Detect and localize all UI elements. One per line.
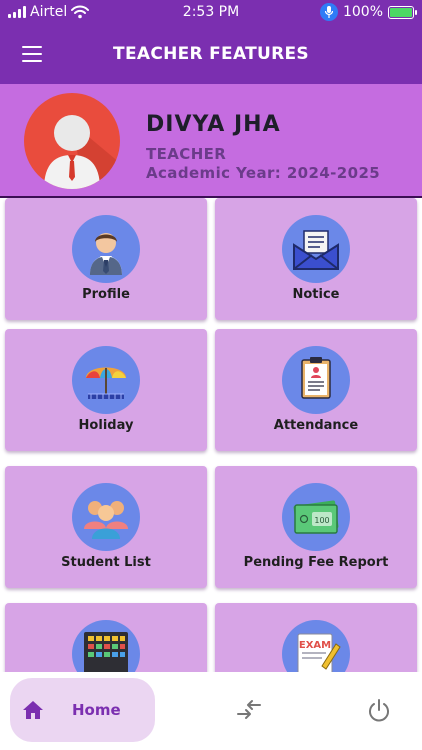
microphone-icon (319, 3, 338, 21)
fee-money-icon: 100 (282, 483, 350, 551)
attendance-clipboard-icon (282, 346, 350, 414)
bottom-nav: Home (0, 672, 422, 750)
feature-card-holiday[interactable]: Holiday (5, 329, 207, 451)
feature-card-timetable[interactable] (5, 603, 207, 672)
student-group-icon (72, 483, 140, 551)
profile-icon (72, 215, 140, 283)
feature-card-notice[interactable]: Notice (215, 198, 417, 320)
page-title: TEACHER FEATURES (113, 44, 309, 64)
battery-percent: 100% (342, 4, 383, 20)
status-bar: Airtel 2:53 PM 100% (0, 0, 422, 24)
calendar-grid-icon (72, 620, 140, 672)
home-button[interactable]: Home (10, 678, 155, 742)
holiday-umbrella-icon (72, 346, 140, 414)
power-icon[interactable] (366, 698, 392, 724)
teacher-avatar-icon (24, 93, 120, 189)
feature-card-student-list[interactable]: Student List (5, 466, 207, 588)
teacher-name: DIVYA JHA (146, 112, 281, 137)
feature-label: Attendance (273, 418, 359, 433)
teacher-role: TEACHER (146, 145, 227, 163)
app-bar: TEACHER FEATURES (0, 24, 422, 84)
feature-label: Pending Fee Report (243, 555, 389, 570)
svg-text:100: 100 (314, 516, 329, 525)
feature-card-exam[interactable]: EXAM (215, 603, 417, 672)
home-icon (23, 701, 43, 719)
feature-label: Notice (292, 287, 340, 302)
notice-envelope-icon (282, 215, 350, 283)
feature-label: Holiday (78, 418, 134, 433)
feature-card-pending-fee-report[interactable]: 100 Pending Fee Report (215, 466, 417, 588)
battery-icon (388, 5, 417, 19)
feature-label: Student List (61, 555, 151, 570)
switch-arrows-icon[interactable] (236, 698, 262, 722)
exam-icon: EXAM (282, 620, 350, 672)
features-grid: Profile Notice Holiday Attendance Studen… (0, 198, 422, 672)
exam-icon-text: EXAM (299, 640, 331, 651)
feature-card-profile[interactable]: Profile (5, 198, 207, 320)
academic-year: Academic Year: 2024-2025 (146, 164, 381, 182)
home-label: Home (72, 701, 121, 719)
feature-label: Profile (82, 287, 130, 302)
profile-header: DIVYA JHA TEACHER Academic Year: 2024-20… (0, 84, 422, 198)
feature-card-attendance[interactable]: Attendance (215, 329, 417, 451)
